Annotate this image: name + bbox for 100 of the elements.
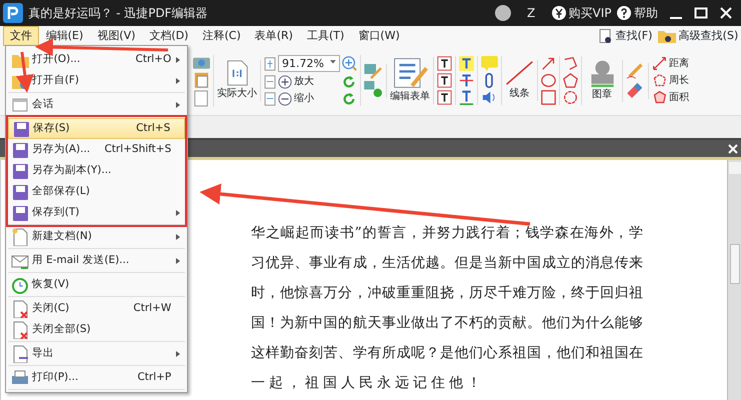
- text-line: 华之崛起而读书”的誓言，并努力践行着；钱学森在海外，学: [251, 224, 643, 243]
- menu-label: 另存为副本(Y)...: [32, 162, 112, 178]
- menu-item[interactable]: 会话: [8, 94, 185, 115]
- printer-icon: [11, 368, 29, 386]
- stamp-button[interactable]: 图章: [592, 86, 612, 102]
- menu-item[interactable]: 视图(V): [90, 26, 142, 46]
- underline-icon[interactable]: [459, 90, 474, 105]
- perimeter-button[interactable]: 周长: [668, 73, 689, 88]
- text-line: 这样勤奋刻苦、学有所成呢？是他们心系祖国，他们和祖国在: [251, 344, 643, 363]
- menu-item[interactable]: 关闭(C) Ctrl+W: [8, 298, 185, 319]
- submenu-arrow-icon: [174, 348, 182, 358]
- menu-item[interactable]: 文档(D): [142, 26, 196, 46]
- menu-item[interactable]: 保存(S) Ctrl+S: [8, 118, 185, 139]
- clipboard-icon[interactable]: [194, 70, 209, 88]
- menu-item[interactable]: 编辑(E): [38, 26, 90, 46]
- menu-item[interactable]: 打开自(F): [8, 70, 185, 91]
- pentagon-icon[interactable]: [563, 73, 578, 88]
- area-button[interactable]: 面积: [668, 90, 689, 105]
- actual-size-button[interactable]: 实际大小: [217, 86, 257, 101]
- close-icon[interactable]: [728, 144, 738, 154]
- polyline-icon[interactable]: [563, 56, 578, 71]
- text-insert-icon[interactable]: [437, 90, 452, 105]
- plus-icon[interactable]: [278, 74, 292, 88]
- menu-item[interactable]: 打印(P)... Ctrl+P: [8, 367, 185, 388]
- eraser-icon[interactable]: [626, 82, 645, 98]
- page-icon: [11, 228, 29, 246]
- text-line: 习优异、事业有成，生活优越。但是当新中国成立的消息传来: [251, 254, 643, 273]
- minus-icon[interactable]: [278, 92, 292, 106]
- close-document-icon: [11, 320, 29, 338]
- menu-item[interactable]: 注释(C): [195, 26, 248, 46]
- pen-icon[interactable]: [626, 62, 645, 80]
- form-edit-icon[interactable]: [392, 57, 428, 89]
- document-icon[interactable]: [194, 90, 209, 106]
- vip-link[interactable]: 购买VIP: [568, 4, 612, 22]
- zoom-in-button[interactable]: 放大: [294, 74, 314, 89]
- highlight-text-icon[interactable]: [459, 56, 474, 71]
- help-link[interactable]: 帮助: [634, 4, 658, 22]
- menu-label: 另存为(A)...: [32, 142, 92, 157]
- window-icon: [11, 96, 29, 114]
- menu-item[interactable]: 另存为(A)... Ctrl+Shift+S: [8, 139, 185, 160]
- submenu-arrow-icon: [174, 54, 182, 64]
- menu-label: 关闭全部(S): [32, 322, 92, 337]
- fit-page-icon[interactable]: [264, 56, 276, 70]
- distance-icon[interactable]: [652, 56, 667, 71]
- menu-item[interactable]: 全部保存(L): [8, 181, 185, 202]
- menu-label: 保存到(T): [32, 204, 80, 220]
- menu-item[interactable]: 新建文档(N): [8, 226, 185, 247]
- zoom-out-button[interactable]: 缩小: [294, 91, 314, 106]
- square-icon[interactable]: [541, 90, 556, 105]
- search-button[interactable]: 查找(F): [616, 28, 652, 44]
- avatar-icon[interactable]: [494, 5, 511, 21]
- clock-icon: [11, 276, 29, 294]
- strikeout-icon[interactable]: [459, 73, 474, 88]
- menu-item[interactable]: 用 E-mail 发送(E)...: [8, 250, 185, 271]
- area-icon[interactable]: [652, 90, 667, 105]
- menu-item[interactable]: 工具(T): [300, 26, 352, 46]
- close-icon[interactable]: [718, 6, 733, 20]
- circle-icon[interactable]: [541, 73, 556, 88]
- menu-item[interactable]: 表单(R): [248, 26, 300, 46]
- edit-form-button[interactable]: 编辑表单: [390, 89, 430, 104]
- page-icon[interactable]: [226, 60, 248, 86]
- submenu-arrow-icon: [174, 76, 182, 86]
- line-icon[interactable]: [505, 60, 534, 86]
- menu-item[interactable]: 保存到(T): [8, 202, 185, 223]
- menu-label: 恢复(V): [32, 276, 70, 292]
- yen-icon[interactable]: [552, 6, 566, 20]
- shortcut-text: Ctrl+O: [136, 52, 172, 67]
- scrollbar[interactable]: [727, 160, 741, 400]
- menu-label: 导出: [32, 346, 55, 361]
- cloud-icon[interactable]: [563, 90, 578, 105]
- perimeter-icon[interactable]: [652, 73, 667, 88]
- app-logo-icon: [2, 3, 23, 23]
- rotate-icon[interactable]: [342, 92, 356, 106]
- submenu-arrow-icon: [174, 208, 182, 218]
- text-field-icon[interactable]: [437, 56, 452, 71]
- menu-item[interactable]: 关闭全部(S): [8, 319, 185, 340]
- menu-item[interactable]: 另存为副本(Y)...: [8, 160, 185, 181]
- rotate-icon[interactable]: [342, 74, 356, 88]
- zoom-field[interactable]: 91.72%: [278, 55, 340, 72]
- text-line: 时，他惊喜万分，冲破重重阻挠，历尽千难万险，终于回归祖: [251, 284, 643, 303]
- zoom-in-icon[interactable]: [342, 56, 357, 71]
- export-icon: [11, 344, 29, 362]
- arrow-icon[interactable]: [541, 56, 556, 71]
- text-box-icon[interactable]: [437, 73, 452, 88]
- maximize-icon[interactable]: [694, 6, 708, 20]
- lines-button[interactable]: 线条: [510, 86, 530, 101]
- shortcut-text: Ctrl+W: [133, 300, 172, 316]
- distance-button[interactable]: 距离: [668, 56, 689, 71]
- shortcut-text: Ctrl+S: [136, 120, 170, 136]
- help-icon[interactable]: [617, 6, 631, 20]
- menu-item[interactable]: 导出: [8, 343, 185, 364]
- menu-item[interactable]: 文件: [2, 26, 39, 46]
- menu-item[interactable]: 窗口(W): [351, 26, 407, 46]
- menu-item[interactable]: 恢复(V): [8, 274, 185, 295]
- shortcut-text: Ctrl+Shift+S: [104, 142, 172, 157]
- menu-label: 打印(P)...: [32, 370, 80, 385]
- submenu-arrow-icon: [174, 232, 182, 242]
- window-title: 真的是好运吗？ - 迅捷PDF编辑器: [28, 5, 208, 22]
- user-name[interactable]: Z: [522, 4, 541, 22]
- advanced-search-button[interactable]: 高级查找(S): [678, 28, 738, 44]
